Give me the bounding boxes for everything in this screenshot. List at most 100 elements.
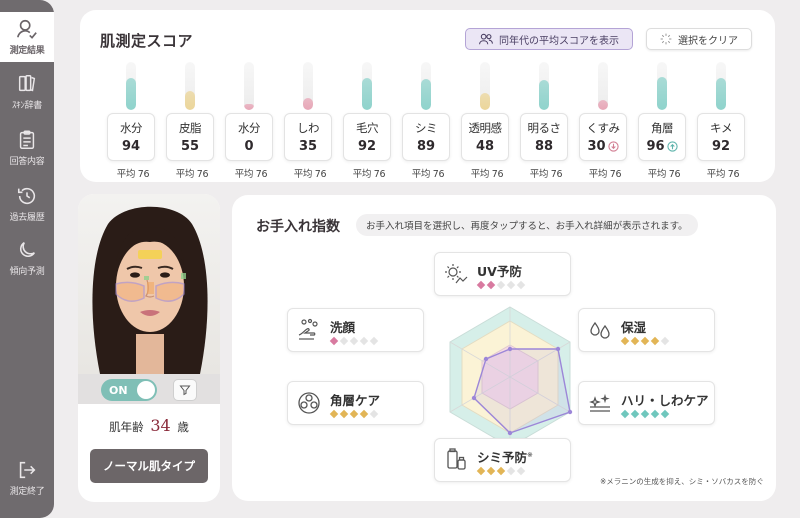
rating-diamond-icon <box>349 409 359 419</box>
care-item-rating <box>329 336 379 346</box>
rating-diamond-icon <box>359 336 369 346</box>
score-bar-fill <box>362 78 372 110</box>
score-bar-track <box>657 62 667 110</box>
skin-age-suffix: 歳 <box>177 420 189 434</box>
skin-age-value: 34 <box>150 416 171 435</box>
skin-age-prefix: 肌年齢 <box>109 420 144 434</box>
clipboard-icon <box>19 130 35 149</box>
clear-selection-button[interactable]: 選択をクリア <box>646 28 752 50</box>
rating-diamond-icon <box>650 336 660 346</box>
score-metric[interactable]: 水分 94 平均 76 <box>107 60 155 184</box>
filter-button[interactable] <box>173 379 197 401</box>
score-metric-box[interactable]: キメ 92 <box>697 113 745 161</box>
care-item[interactable]: ハリ・しわケア <box>578 381 715 425</box>
care-item-name: 角層ケア <box>330 390 380 409</box>
score-metric-average: 平均 76 <box>706 169 740 180</box>
score-metric[interactable]: 水分 0 平均 76 <box>225 60 273 184</box>
care-item[interactable]: UV予防 <box>434 252 571 296</box>
rating-diamond-icon <box>486 466 496 476</box>
care-index-card: お手入れ指数 お手入れ項目を選択し、再度タップすると、お手入れ詳細が表示されます… <box>232 195 776 501</box>
user-check-icon <box>17 19 37 39</box>
score-metric-box[interactable]: 水分 0 <box>225 113 273 161</box>
skin-type-button[interactable]: ノーマル肌タイプ <box>90 449 208 483</box>
toggle-knob <box>137 381 155 399</box>
score-metric[interactable]: 角層 96 平均 76 <box>638 60 686 184</box>
score-metric-value-row: 55 <box>181 139 199 154</box>
score-bar-track <box>185 62 195 110</box>
score-metric-value-row: 35 <box>299 139 317 154</box>
care-item-name-text: ハリ・しわケア <box>621 393 709 408</box>
score-metric-value-row: 30 <box>587 139 619 154</box>
score-metric-value-row: 0 <box>244 139 253 154</box>
score-bar-fill <box>539 79 549 110</box>
rating-diamond-icon <box>339 409 349 419</box>
score-metric-average: 平均 76 <box>588 169 622 180</box>
score-bar-fill <box>185 91 195 110</box>
care-radar-chart <box>449 306 573 448</box>
exit-label: 測定終了 <box>9 487 45 497</box>
score-metric-box[interactable]: 毛穴 92 <box>343 113 391 161</box>
rating-diamond-icon <box>660 336 670 346</box>
care-item[interactable]: 洗顔 <box>287 308 424 352</box>
score-bar-fill <box>303 97 313 110</box>
sidebar-item-label: 測定結果 <box>9 46 45 56</box>
sidebar-item-trend-prediction[interactable]: 傾向予測 <box>0 232 54 284</box>
care-item[interactable]: シミ予防※ <box>434 438 571 482</box>
care-item[interactable]: 角層ケア <box>287 381 424 425</box>
overlay-toggle[interactable]: ON <box>101 379 157 401</box>
score-title: 肌測定スコア <box>100 32 194 50</box>
score-metric-box[interactable]: くすみ 30 <box>579 113 627 161</box>
score-bar-track <box>598 62 608 110</box>
rating-diamond-icon <box>476 280 486 290</box>
rating-diamond-icon <box>516 280 526 290</box>
rating-diamond-icon <box>650 409 660 419</box>
score-metric-average: 平均 76 <box>293 169 327 180</box>
loading-icon <box>660 33 672 45</box>
score-metric[interactable]: 明るさ 88 平均 76 <box>520 60 568 184</box>
score-metric-value: 89 <box>416 139 436 154</box>
score-metric[interactable]: 透明感 48 平均 76 <box>461 60 509 184</box>
score-metric-box[interactable]: 透明感 48 <box>461 113 509 161</box>
score-bar-fill <box>657 76 667 110</box>
score-metric[interactable]: 毛穴 92 平均 76 <box>343 60 391 184</box>
score-bar-track <box>421 62 431 110</box>
rating-diamond-icon <box>620 336 630 346</box>
score-metric[interactable]: 皮脂 55 平均 76 <box>166 60 214 184</box>
score-metric-box[interactable]: シミ 89 <box>402 113 450 161</box>
score-metric[interactable]: くすみ 30 平均 76 <box>579 60 627 184</box>
care-item-name-text: 角層ケア <box>330 393 381 408</box>
score-bar-track <box>303 62 313 110</box>
rating-diamond-icon <box>506 466 516 476</box>
score-metric-box[interactable]: しわ 35 <box>284 113 332 161</box>
score-metric-average: 平均 76 <box>529 169 563 180</box>
sidebar-item-measurement-results[interactable]: 測定結果 <box>0 12 54 62</box>
score-metric-box[interactable]: 皮脂 55 <box>166 113 214 161</box>
score-metric-name: 皮脂 <box>179 121 202 135</box>
care-item-rating <box>329 409 379 419</box>
score-metric-box[interactable]: 水分 94 <box>107 113 155 161</box>
score-metric[interactable]: キメ 92 平均 76 <box>697 60 745 184</box>
sidebar-item-history[interactable]: 過去履歴 <box>0 178 54 230</box>
score-bar-fill <box>716 78 726 110</box>
score-metric-name: 角層 <box>651 121 674 135</box>
rating-diamond-icon <box>359 409 369 419</box>
care-item[interactable]: 保湿 <box>578 308 715 352</box>
care-item-name: UV予防 <box>477 261 522 280</box>
score-bar-track <box>480 62 490 110</box>
sidebar-item-skin-dictionary[interactable]: ｽｷﾝ辞書 <box>0 66 54 118</box>
care-item-footnote-mark: ※ <box>527 450 533 459</box>
score-metric[interactable]: シミ 89 平均 76 <box>402 60 450 184</box>
score-metric-value-row: 89 <box>417 139 435 154</box>
face-photo <box>78 194 220 374</box>
score-metric-value-row: 88 <box>535 139 553 154</box>
toggle-label: ON <box>109 384 128 397</box>
exit-measurement-button[interactable]: 測定終了 <box>0 452 54 504</box>
score-metric[interactable]: しわ 35 平均 76 <box>284 60 332 184</box>
show-peer-average-button[interactable]: 同年代の平均スコアを表示 <box>465 28 633 50</box>
hand-wash-icon <box>296 317 322 343</box>
sidebar-item-answers[interactable]: 回答内容 <box>0 122 54 174</box>
clear-selection-label: 選択をクリア <box>678 35 738 47</box>
care-item-rating <box>620 409 670 419</box>
score-metric-box[interactable]: 角層 96 <box>638 113 686 161</box>
score-metric-box[interactable]: 明るさ 88 <box>520 113 568 161</box>
